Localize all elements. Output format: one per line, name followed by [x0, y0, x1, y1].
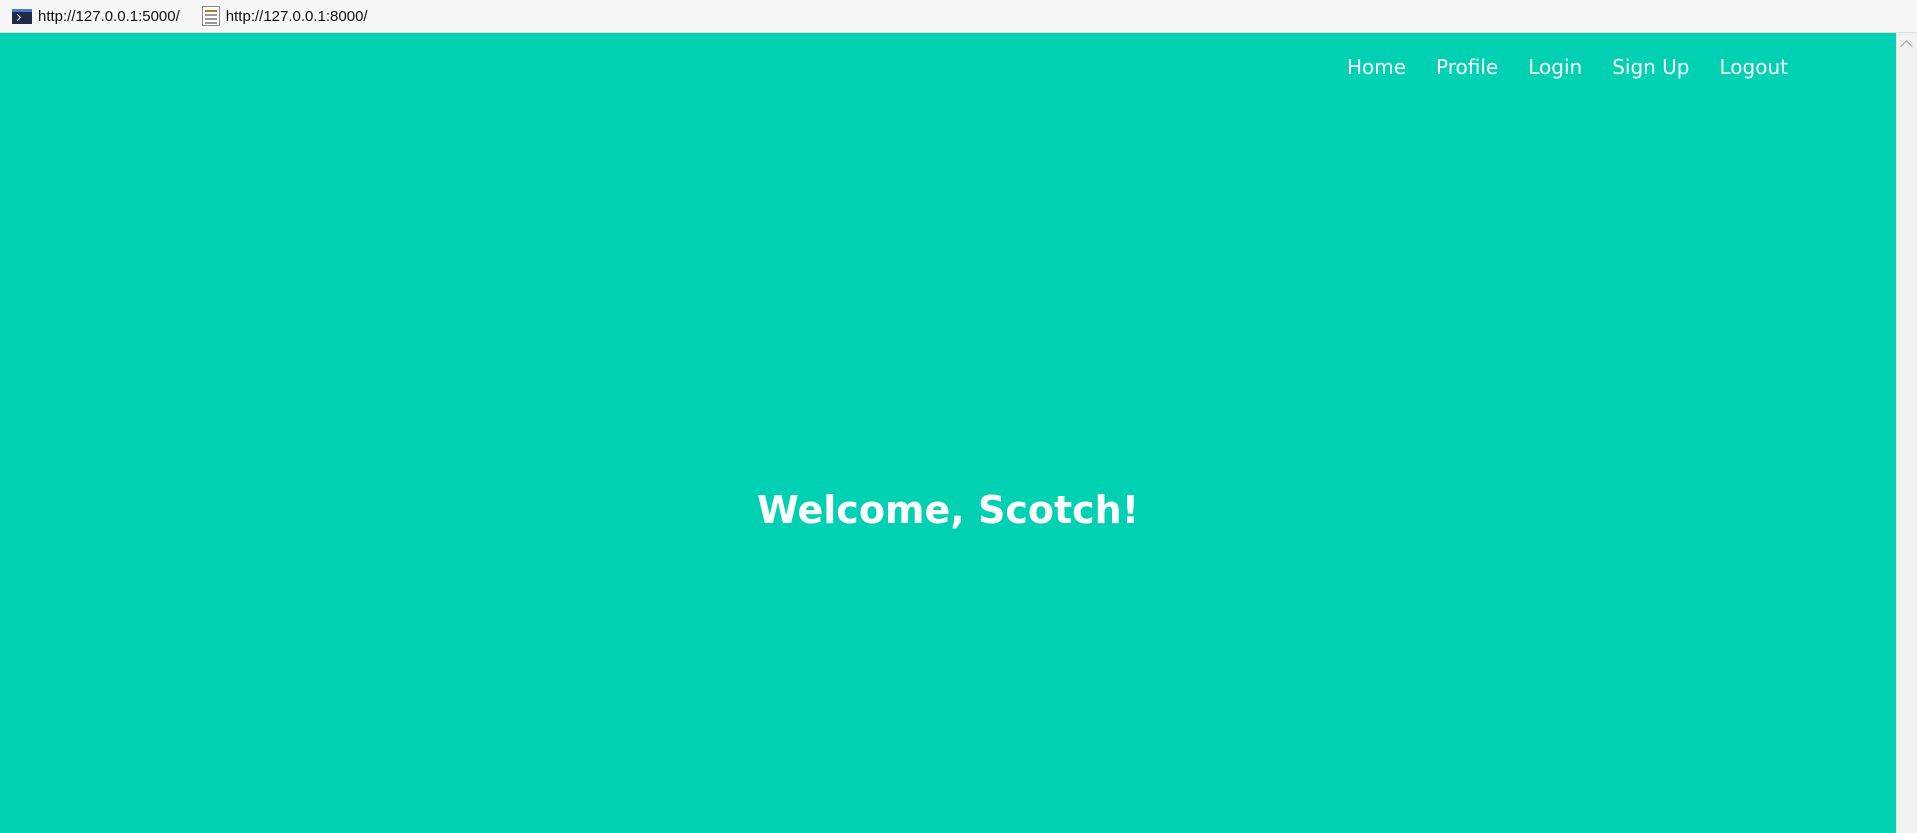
vertical-scrollbar[interactable] — [1896, 33, 1917, 833]
nav-sign-up[interactable]: Sign Up — [1612, 55, 1689, 79]
page-icon — [201, 6, 220, 26]
terminal-icon — [12, 8, 32, 24]
scroll-up-arrow-icon[interactable] — [1900, 40, 1913, 53]
bookmark-8000[interactable]: http://127.0.0.1:8000/ — [190, 0, 378, 33]
nav-profile[interactable]: Profile — [1436, 55, 1498, 79]
nav-login[interactable]: Login — [1528, 55, 1582, 79]
page-viewport: Home Profile Login Sign Up Logout Welcom… — [0, 33, 1896, 833]
nav-home[interactable]: Home — [1347, 55, 1406, 79]
nav-logout[interactable]: Logout — [1720, 55, 1788, 79]
bookmark-label: http://127.0.0.1:5000/ — [38, 7, 180, 25]
bookmark-5000[interactable]: http://127.0.0.1:5000/ — [0, 0, 190, 33]
bookmark-label: http://127.0.0.1:8000/ — [225, 7, 368, 25]
bookmarks-bar: http://127.0.0.1:5000/ http://127.0.0.1:… — [0, 0, 1917, 33]
welcome-title: Welcome, Scotch! — [756, 488, 1140, 532]
navbar: Home Profile Login Sign Up Logout — [1317, 33, 1788, 101]
